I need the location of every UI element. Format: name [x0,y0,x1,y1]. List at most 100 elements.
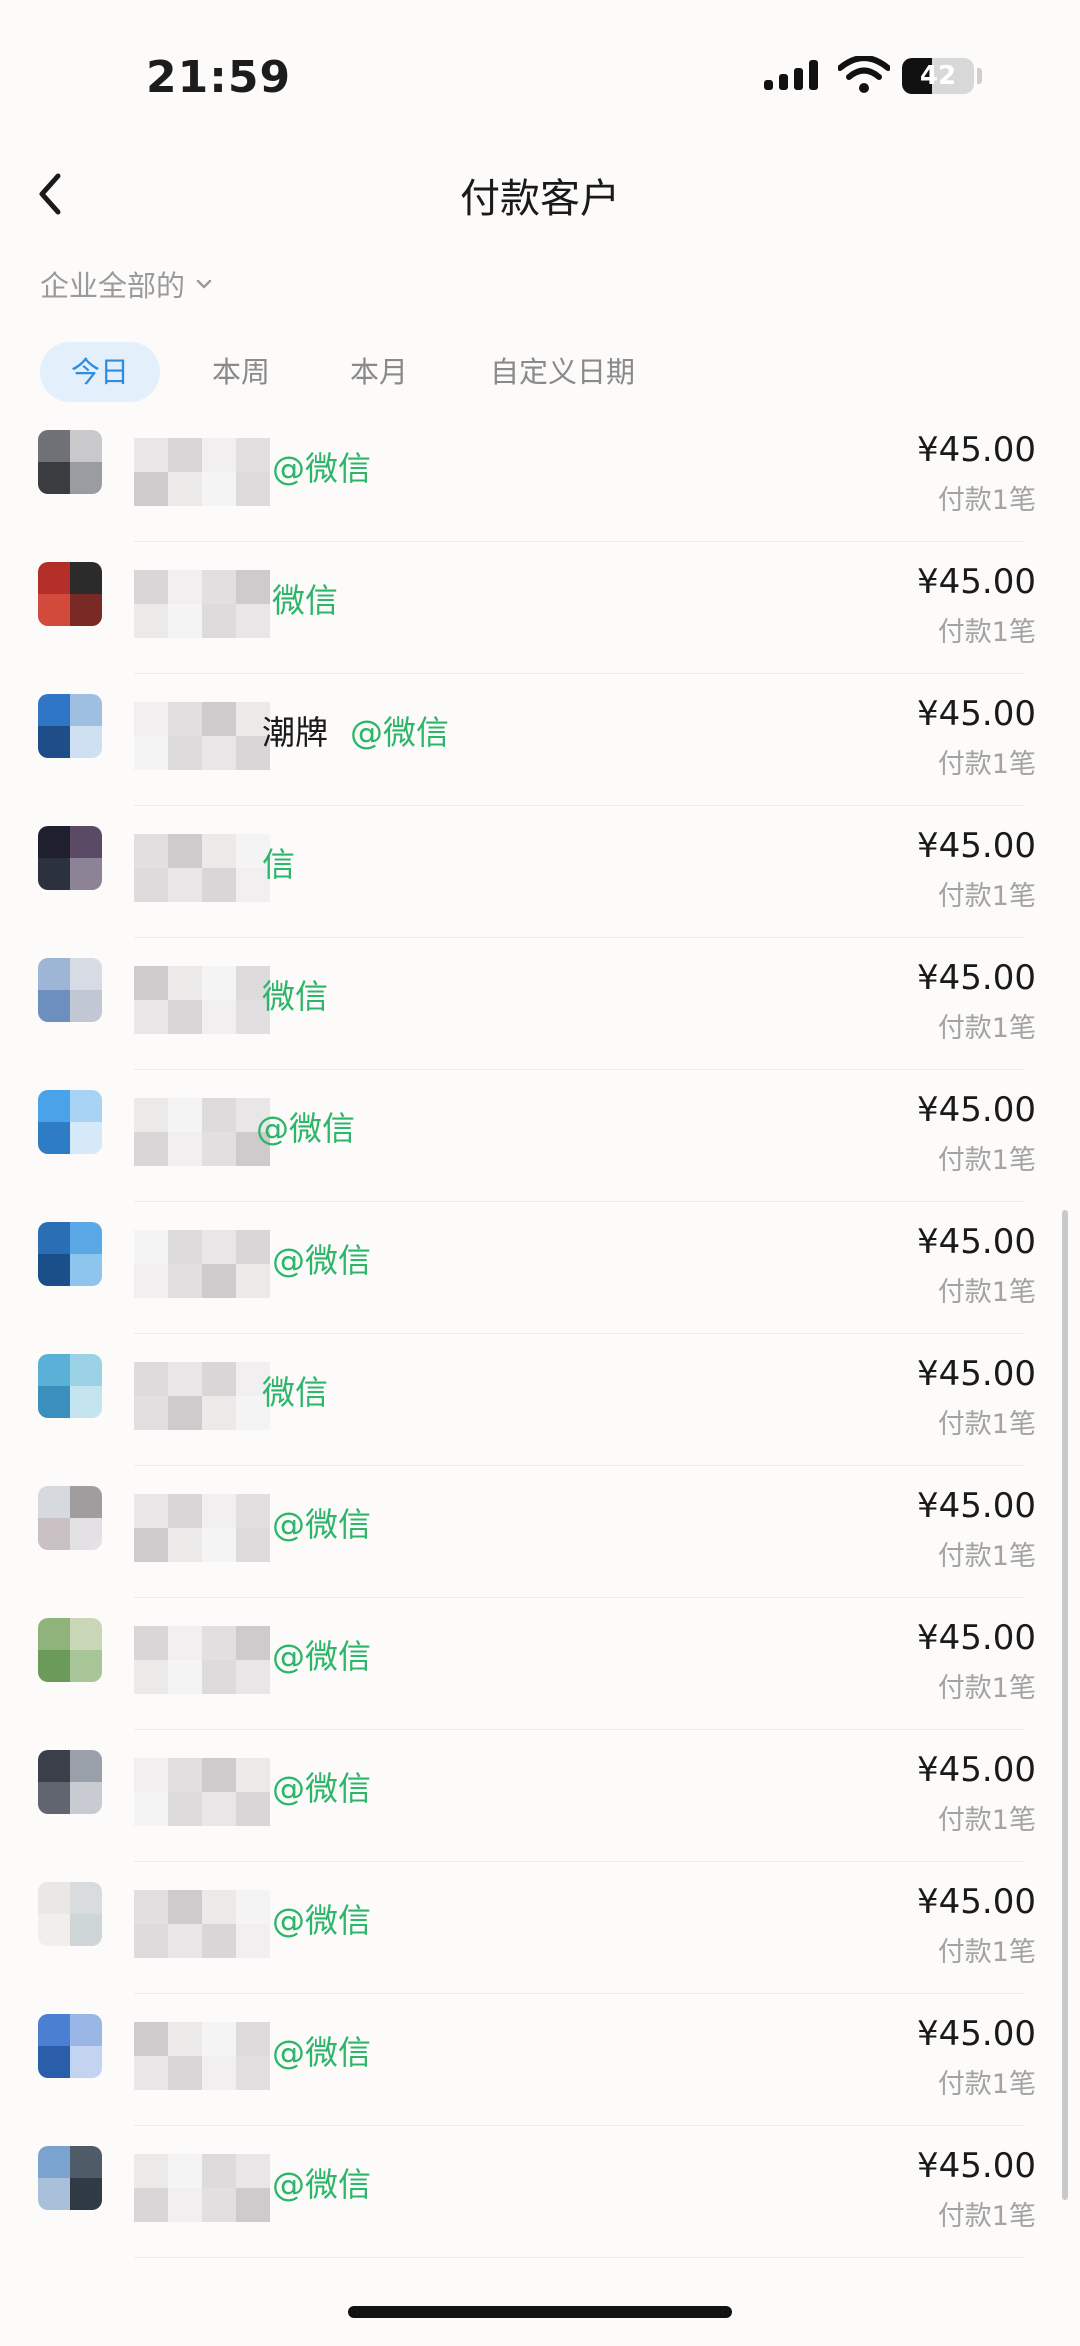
mosaic-pixel [168,868,202,902]
payment-amount: ¥45.00 [917,562,1036,602]
mosaic-pixel [134,2154,168,2188]
customer-row[interactable]: 信 ¥45.00 付款1笔 [0,806,1080,938]
payment-amount: ¥45.00 [917,1750,1036,1790]
avatar-pixel [38,1782,70,1814]
cellular-signal-icon [764,60,820,90]
mosaic-pixel [202,1098,236,1132]
chevron-down-icon [196,279,212,289]
payment-count: 付款1笔 [937,1277,1036,1308]
date-tabs: 今日 本周 本月 自定义日期 [40,342,635,402]
tab-this-week[interactable]: 本周 [212,342,270,402]
battery-percent: 42 [919,61,957,91]
name-mosaic [134,1740,284,1840]
enterprise-filter[interactable]: 企业全部的 [40,264,213,304]
mosaic-pixel [236,2188,270,2222]
customer-row[interactable]: @微信 ¥45.00 付款1笔 [0,420,1080,542]
mosaic-pixel [202,1362,236,1396]
payment-amount: ¥45.00 [917,1222,1036,1262]
mosaic-pixel [168,1626,202,1660]
avatar-pixel [38,1354,70,1386]
mosaic-pixel [134,1792,168,1826]
avatar-pixel [70,990,102,1022]
customer-row[interactable]: @微信 ¥45.00 付款1笔 [0,2126,1080,2258]
mosaic-pixel [202,736,236,770]
avatar-pixel [38,2146,70,2178]
name-mosaic [134,552,284,652]
mosaic-pixel [236,1792,270,1826]
wechat-tag: 信 [262,845,295,884]
avatar-pixel [38,1518,70,1550]
avatar-pixel [38,2014,70,2046]
avatar-pixel [70,1650,102,1682]
customer-avatar [38,1750,102,1814]
mosaic-pixel [202,1132,236,1166]
payment-count: 付款1笔 [937,1013,1036,1044]
mosaic-pixel [202,1396,236,1430]
mosaic-pixel [236,2056,270,2090]
customer-row[interactable]: 潮牌 @微信 ¥45.00 付款1笔 [0,674,1080,806]
customer-row[interactable]: 微信 ¥45.00 付款1笔 [0,938,1080,1070]
customer-avatar [38,2146,102,2210]
tab-custom-date[interactable]: 自定义日期 [490,342,635,402]
tab-this-month[interactable]: 本月 [350,342,408,402]
mosaic-pixel [134,1494,168,1528]
wechat-tag: @微信 [350,713,449,752]
customer-row[interactable]: @微信 ¥45.00 付款1笔 [0,1202,1080,1334]
customer-row[interactable]: @微信 ¥45.00 付款1笔 [0,1070,1080,1202]
name-mosaic [134,2136,284,2236]
customer-row[interactable]: @微信 ¥45.00 付款1笔 [0,1862,1080,1994]
avatar-pixel [70,1518,102,1550]
mosaic-pixel [168,2154,202,2188]
mosaic-pixel [134,472,168,506]
mosaic-pixel [202,570,236,604]
avatar-pixel [38,562,70,594]
mosaic-pixel [202,1528,236,1562]
scrollbar[interactable] [1062,1210,1068,2200]
mosaic-pixel [168,1528,202,1562]
mosaic-pixel [236,438,270,472]
avatar-pixel [70,1914,102,1946]
status-time: 21:59 [146,52,292,103]
avatar-pixel [70,2014,102,2046]
mosaic-pixel [168,604,202,638]
customer-avatar [38,1222,102,1286]
wechat-tag: @微信 [272,1637,371,1676]
avatar-pixel [38,1750,70,1782]
payment-count: 付款1笔 [937,1541,1036,1572]
mosaic-pixel [202,834,236,868]
payment-count: 付款1笔 [937,617,1036,648]
mosaic-pixel [134,868,168,902]
avatar-pixel [70,2046,102,2078]
name-mosaic [134,2004,284,2104]
mosaic-pixel [134,570,168,604]
mosaic-pixel [236,2154,270,2188]
wechat-tag: 微信 [262,977,328,1016]
avatar-pixel [70,1386,102,1418]
customer-row[interactable]: 微信 ¥45.00 付款1笔 [0,542,1080,674]
name-mosaic [134,1476,284,1576]
mosaic-pixel [168,834,202,868]
avatar-pixel [38,1486,70,1518]
customer-row[interactable]: @微信 ¥45.00 付款1笔 [0,1466,1080,1598]
mosaic-pixel [236,1660,270,1694]
mosaic-pixel [236,1230,270,1264]
customer-row[interactable]: @微信 ¥45.00 付款1笔 [0,1598,1080,1730]
customer-row[interactable]: @微信 ¥45.00 付款1笔 [0,1730,1080,1862]
tab-today[interactable]: 今日 [40,342,160,402]
payment-amount: ¥45.00 [917,430,1036,470]
customer-row[interactable]: @微信 ¥45.00 付款1笔 [0,1994,1080,2126]
home-indicator[interactable] [348,2306,732,2318]
mosaic-pixel [168,1230,202,1264]
mosaic-pixel [134,966,168,1000]
mosaic-pixel [134,2056,168,2090]
mosaic-pixel [168,1000,202,1034]
mosaic-pixel [202,2022,236,2056]
mosaic-pixel [134,2022,168,2056]
payment-count: 付款1笔 [937,881,1036,912]
customer-row[interactable]: 微信 ¥45.00 付款1笔 [0,1334,1080,1466]
customer-avatar [38,958,102,1022]
mosaic-pixel [134,1758,168,1792]
mosaic-pixel [202,604,236,638]
mosaic-pixel [134,1230,168,1264]
customer-avatar [38,430,102,494]
